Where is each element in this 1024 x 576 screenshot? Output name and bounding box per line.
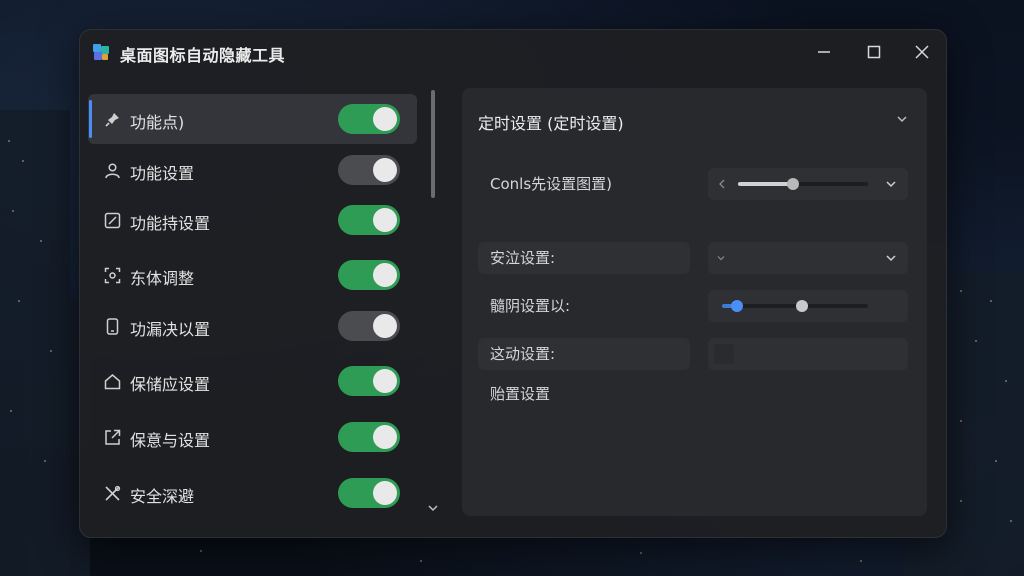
toggle-switch[interactable] bbox=[338, 205, 400, 235]
maximize-icon bbox=[867, 45, 881, 59]
maximize-button[interactable] bbox=[856, 38, 892, 66]
minimize-button[interactable] bbox=[806, 38, 842, 66]
section-title: 定时设置 (定时设置) bbox=[478, 114, 624, 133]
toggle-switch[interactable] bbox=[338, 478, 400, 508]
color-swatch bbox=[714, 344, 734, 364]
toggle-knob bbox=[373, 107, 397, 131]
title-bar[interactable]: 桌面图标自动隐藏工具 bbox=[80, 30, 946, 76]
toggle-knob bbox=[373, 481, 397, 505]
pin-icon bbox=[105, 113, 119, 127]
close-button[interactable] bbox=[904, 38, 940, 66]
sidebar-item-label: 保储应设置 bbox=[130, 375, 211, 394]
app-title: 桌面图标自动隐藏工具 bbox=[120, 46, 286, 65]
chevron-down-icon[interactable] bbox=[427, 502, 439, 514]
sidebar-item-label: 功能持设置 bbox=[130, 214, 211, 233]
range-slider[interactable] bbox=[708, 290, 908, 322]
user-icon bbox=[105, 163, 120, 179]
active-indicator bbox=[89, 100, 92, 138]
sidebar-item-label: 东体调整 bbox=[130, 269, 195, 288]
slider-track bbox=[722, 304, 868, 308]
setting-label: 髓阴设置以: bbox=[490, 297, 571, 315]
sidebar-item-4[interactable]: 功漏决以置 bbox=[88, 301, 417, 351]
input-box[interactable] bbox=[708, 338, 908, 370]
toggle-knob bbox=[373, 263, 397, 287]
toggle-switch[interactable] bbox=[338, 260, 400, 290]
chevron-left-icon[interactable] bbox=[718, 179, 726, 189]
app-logo-icon bbox=[93, 44, 109, 60]
slider-fill bbox=[738, 182, 793, 186]
detail-panel: 定时设置 (定时设置) Conls先设置图置) 安泣设置: 髓阴设置以: 这动设… bbox=[462, 88, 927, 516]
slider-thumb-high[interactable] bbox=[796, 300, 809, 312]
scan-icon bbox=[104, 267, 121, 284]
sidebar-item-0[interactable]: 功能点) bbox=[88, 94, 417, 144]
toggle-switch[interactable] bbox=[338, 155, 400, 185]
toggle-switch[interactable] bbox=[338, 311, 400, 341]
sidebar-item-6[interactable]: 保意与设置 bbox=[88, 412, 417, 462]
tools-icon bbox=[105, 485, 121, 501]
setting-label: 这动设置: bbox=[478, 338, 690, 370]
toggle-knob bbox=[373, 208, 397, 232]
list-scrollbar[interactable] bbox=[430, 90, 436, 530]
toggle-knob bbox=[373, 425, 397, 449]
toggle-knob bbox=[373, 158, 397, 182]
sidebar-item-7[interactable]: 安全深避 bbox=[88, 468, 417, 518]
sidebar-item-label: 安全深避 bbox=[130, 487, 195, 506]
slider-dropdown[interactable] bbox=[708, 168, 908, 200]
chevron-down-icon bbox=[886, 255, 896, 262]
chevron-down-icon[interactable] bbox=[895, 112, 909, 126]
phone-icon bbox=[106, 318, 119, 335]
setting-label: 贻置设置 bbox=[490, 385, 551, 403]
sidebar-item-label: 功能点) bbox=[130, 113, 185, 132]
external-link-icon bbox=[105, 429, 121, 445]
toggle-switch[interactable] bbox=[338, 104, 400, 134]
close-icon bbox=[915, 45, 929, 59]
sidebar-item-5[interactable]: 保储应设置 bbox=[88, 356, 417, 406]
setting-label: Conls先设置图置) bbox=[490, 175, 612, 193]
sidebar-item-1[interactable]: 功能设置 bbox=[88, 145, 417, 195]
home-icon bbox=[104, 374, 121, 390]
toggle-knob bbox=[373, 314, 397, 338]
sidebar-item-label: 保意与设置 bbox=[130, 431, 211, 450]
app-window: 桌面图标自动隐藏工具 功能点) 功能设置 功能持设置 东体调整 功漏决以置 保储… bbox=[79, 29, 947, 538]
dropdown-select[interactable] bbox=[708, 242, 908, 274]
toggle-knob bbox=[373, 369, 397, 393]
toggle-switch[interactable] bbox=[338, 366, 400, 396]
settings-list: 功能点) 功能设置 功能持设置 东体调整 功漏决以置 保储应设置 保意与设置 安… bbox=[88, 88, 418, 518]
minimize-icon bbox=[818, 51, 830, 53]
chevron-down-small-icon bbox=[717, 256, 725, 261]
toggle-switch[interactable] bbox=[338, 422, 400, 452]
slider-thumb-low[interactable] bbox=[730, 300, 743, 312]
sidebar-item-label: 功漏决以置 bbox=[130, 320, 211, 339]
setting-label: 安泣设置: bbox=[478, 242, 690, 274]
slider-thumb[interactable] bbox=[786, 178, 799, 190]
sidebar-item-3[interactable]: 东体调整 bbox=[88, 250, 417, 300]
sidebar-item-label: 功能设置 bbox=[130, 164, 195, 183]
scroll-thumb[interactable] bbox=[431, 90, 435, 198]
edit-box-icon bbox=[104, 212, 121, 229]
chevron-down-icon bbox=[886, 181, 896, 188]
sidebar-item-2[interactable]: 功能持设置 bbox=[88, 195, 417, 245]
